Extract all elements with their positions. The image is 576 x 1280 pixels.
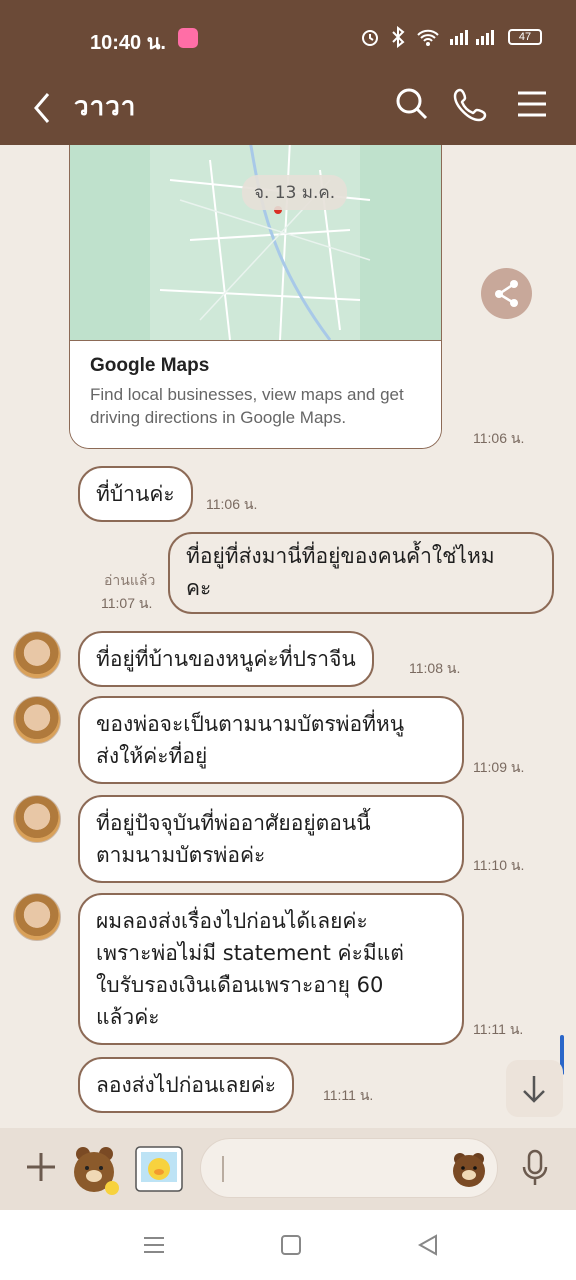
chat-area: Google Maps Find local businesses, view … [0,145,576,1130]
sally-photo-sticker[interactable] [133,1142,185,1196]
phone-icon[interactable] [451,84,491,124]
message-text: ที่อยู่ที่ส่งมานี่ที่อยู่ของคนค้ำใช่ไหม [186,544,495,568]
message-bubble-sent[interactable]: ที่อยู่ที่ส่งมานี่ที่อยู่ของคนค้ำใช่ไหม … [168,532,554,614]
message-time: 11:08 น. [409,660,461,676]
chat-header: วาวา [0,78,576,145]
message-text: ที่อยู่ปัจจุบันที่พ่ออาศัยอยู่ตอนนี้ [96,811,371,835]
message-text: ตามนามบัตรพ่อค่ะ [96,843,266,867]
message-bubble[interactable]: ที่บ้านค่ะ [78,466,193,522]
avatar[interactable] [13,631,61,679]
message-text: ผมลองส่งเรื่องไปก่อนได้เลยค่ะ [96,909,368,933]
status-time: 10:40 น. [90,32,166,54]
bluetooth-icon [392,26,405,48]
chat-title: วาวา [74,92,137,122]
message-bubble[interactable]: ที่อยู่ปัจจุบันที่พ่ออาศัยอยู่ตอนนี้ ตาม… [78,795,464,883]
system-navigation-bar [0,1210,576,1280]
map-card-description: Find local businesses, view maps and get… [90,385,404,427]
top-bar: 10:40 น. 47 วาวา [0,0,576,145]
share-icon [495,280,518,307]
message-text: เพราะพ่อไม่มี statement ค่ะมีแต่ [96,941,404,965]
map-card-text: Google Maps Find local businesses, view … [70,340,441,448]
brown-bear-sticker[interactable] [68,1142,120,1196]
read-receipt: อ่านแล้ว [104,573,156,589]
message-time: 11:11 น. [473,1021,524,1037]
share-button[interactable] [481,268,532,319]
avatar[interactable] [13,696,61,744]
date-separator: จ. 13 ม.ค. [242,175,348,210]
mic-icon[interactable] [520,1148,550,1188]
back-nav-icon[interactable] [414,1232,442,1258]
message-time: 11:10 น. [473,857,525,873]
back-icon[interactable] [28,86,60,130]
home-icon[interactable] [277,1232,305,1258]
message-composer [0,1128,576,1210]
message-time: 11:11 น. [323,1087,374,1103]
message-text: ที่บ้านค่ะ [96,482,175,506]
avatar[interactable] [13,893,61,941]
message-bubble[interactable]: ผมลองส่งเรื่องไปก่อนได้เลยค่ะ เพราะพ่อไม… [78,893,464,1045]
arrow-down-icon [523,1076,545,1103]
message-time: 11:07 น. [101,595,153,611]
search-icon[interactable] [392,84,432,124]
status-bar: 10:40 น. 47 [0,0,576,78]
wifi-icon [417,29,439,46]
scroll-to-bottom-button[interactable] [506,1060,563,1117]
message-time: 11:06 น. [473,430,525,446]
message-text: ใบรับรองเงินเดือนเพราะอายุ 60 [96,973,384,997]
message-bubble[interactable]: ลองส่งไปก่อนเลยค่ะ [78,1057,295,1113]
message-text: คะ [186,576,212,600]
menu-icon[interactable] [512,84,552,124]
message-text: แล้วค่ะ [96,1005,160,1029]
message-input[interactable] [200,1138,498,1198]
message-text: ของพ่อจะเป็นตามนามบัตรพ่อที่หนู [96,712,405,736]
alarm-icon [362,30,378,46]
emoji-icon[interactable] [449,1149,489,1189]
text-caret [222,1156,224,1182]
message-time: 11:09 น. [473,759,525,775]
status-icons: 47 [360,26,542,48]
battery-icon: 47 [508,29,542,45]
message-bubble[interactable]: ที่อยู่ที่บ้านของหนูค่ะที่ปราจีน [78,631,374,687]
avatar[interactable] [13,795,61,843]
message-time: 11:06 น. [206,496,258,512]
message-bubble[interactable]: ของพ่อจะเป็นตามนามบัตรพ่อที่หนู ส่งให้ค่… [78,696,464,784]
message-text: ส่งให้ค่ะที่อยู่ [96,744,208,768]
recents-icon[interactable] [140,1232,168,1258]
signal-icon [450,30,494,45]
plus-icon[interactable] [24,1150,58,1184]
message-text: ที่อยู่ที่บ้านของหนูค่ะที่ปราจีน [96,647,356,671]
app-notification-icon [178,28,198,48]
map-card-title: Google Maps [90,355,210,376]
message-text: ลองส่งไปก่อนเลยค่ะ [96,1073,277,1097]
